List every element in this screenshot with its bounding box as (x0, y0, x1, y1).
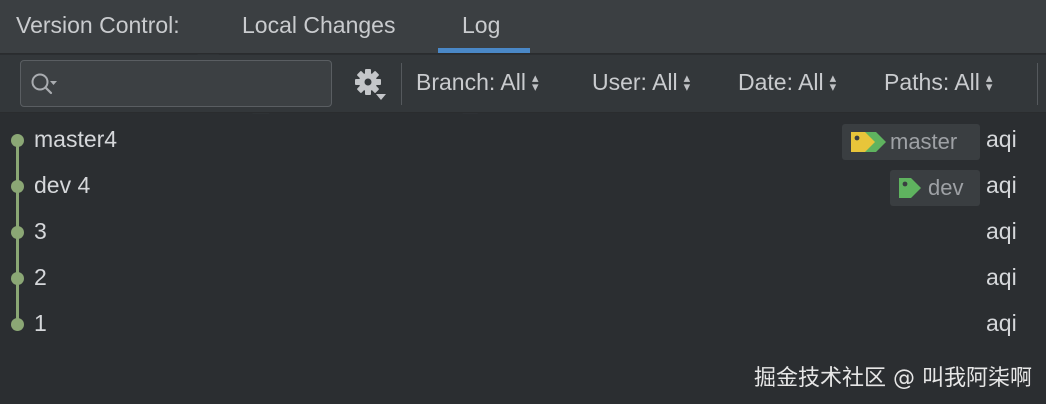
gear-icon[interactable] (352, 67, 388, 103)
commit-author: aqi (986, 310, 1017, 336)
commit-node (11, 318, 24, 331)
log-toolbar: Branch: All ▴ ▾ User: All ▴ ▾ Date: All ▴ ▾ Pa… (0, 55, 1046, 113)
tag-icon (899, 178, 921, 198)
branch-filter[interactable]: Branch: All ▴ ▾ (416, 69, 538, 96)
date-filter-label: Date: All (738, 69, 824, 95)
active-tab-indicator (438, 48, 530, 53)
search-input[interactable] (20, 60, 332, 107)
updown-arrows-icon: ▴ ▾ (829, 69, 837, 94)
commit-author: aqi (986, 218, 1017, 244)
branch-label-text: dev (928, 175, 964, 200)
commit-author: aqi (986, 172, 1017, 198)
tool-window-tabbar: Version Control: Local Changes Log (0, 0, 1046, 54)
commit-author: aqi (986, 126, 1017, 152)
commit-row[interactable]: 3 aqi (0, 208, 1046, 254)
user-filter-label: User: All (592, 69, 678, 95)
updown-arrows-icon: ▴ ▾ (683, 69, 691, 94)
branch-label-dev[interactable]: dev (890, 170, 980, 206)
commit-row[interactable]: 2 aqi (0, 254, 1046, 300)
search-icon[interactable] (30, 71, 58, 97)
commit-node (11, 226, 24, 239)
empty-list-area: 掘金技术社区 @ 叫我阿柒啊 (0, 348, 1046, 404)
commit-message: 1 (34, 310, 47, 336)
tab-local-changes[interactable]: Local Changes (242, 12, 395, 39)
commit-node (11, 134, 24, 147)
commit-list: master4 master aqi dev 4 dev aqi 3 aqi 2… (0, 114, 1046, 348)
toolbar-separator (401, 63, 402, 105)
commit-author: aqi (986, 264, 1017, 290)
commit-row[interactable]: 1 aqi (0, 300, 1046, 346)
updown-arrows-icon: ▴ ▾ (531, 69, 539, 94)
toolbar-separator (1037, 63, 1038, 105)
vcs-log-window: Version Control: Local Changes Log Branc… (0, 0, 1046, 404)
branch-label-master[interactable]: master (842, 124, 980, 160)
branch-label-text: master (890, 129, 958, 154)
commit-row[interactable]: master4 master aqi (0, 116, 1046, 162)
updown-arrows-icon: ▴ ▾ (985, 69, 993, 94)
commit-message: 2 (34, 264, 47, 290)
commit-message: dev 4 (34, 172, 91, 198)
commit-message: 3 (34, 218, 47, 244)
version-control-label: Version Control: (16, 12, 180, 38)
commit-row[interactable]: dev 4 dev aqi (0, 162, 1046, 208)
branch-filter-label: Branch: All (416, 69, 526, 95)
double-tag-icon (851, 132, 886, 152)
paths-filter-label: Paths: All (884, 69, 980, 95)
paths-filter[interactable]: Paths: All ▴ ▾ (884, 69, 992, 96)
user-filter[interactable]: User: All ▴ ▾ (592, 69, 690, 96)
date-filter[interactable]: Date: All ▴ ▾ (738, 69, 836, 96)
tab-log[interactable]: Log (462, 12, 500, 39)
commit-message: master4 (34, 126, 118, 152)
commit-node (11, 272, 24, 285)
commit-node (11, 180, 24, 193)
watermark-text: 掘金技术社区 @ 叫我阿柒啊 (754, 366, 1032, 391)
